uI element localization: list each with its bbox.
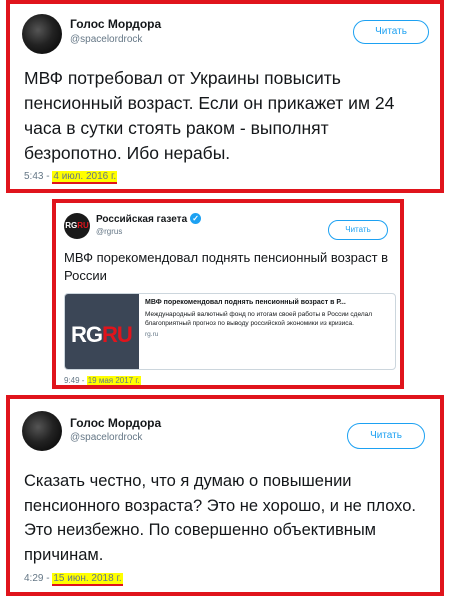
link-preview-card[interactable]: RGRU МВФ порекомендовал поднять пенсионн… bbox=[64, 293, 396, 370]
follow-button[interactable]: Читать bbox=[353, 20, 429, 44]
author-name[interactable]: Российская газета ✓ bbox=[96, 213, 202, 225]
rgru-logo: RGRU bbox=[71, 322, 133, 348]
tweet-time: 5:43 - bbox=[24, 171, 50, 182]
tweet-time: 4:29 - bbox=[24, 573, 50, 584]
tweet-timestamp[interactable]: 5:43 - 4 июл. 2016 г. bbox=[24, 171, 118, 184]
tweet-date: 4 июл. 2016 г. bbox=[52, 171, 118, 184]
tweet-card-1: Голос Мордора @spacelordrock Читать МВФ … bbox=[6, 0, 444, 193]
link-preview-image: RGRU bbox=[65, 294, 139, 369]
link-preview-domain: rg.ru bbox=[145, 331, 159, 338]
tweet-text: МВФ потребовал от Украины повысить пенси… bbox=[24, 68, 395, 163]
author-name-text: Российская газета bbox=[96, 214, 188, 225]
verified-badge-icon: ✓ bbox=[190, 213, 202, 224]
tweet-card-2: RGRU Российская газета ✓ @rgrus Читать МВ… bbox=[52, 199, 404, 389]
tweet-text: Сказать честно, что я думаю о повышении … bbox=[24, 472, 417, 564]
avatar[interactable] bbox=[22, 411, 62, 451]
tweet-date: 15 июн. 2018 г. bbox=[52, 573, 123, 586]
link-preview-description: Международный валютный фонд по итогам св… bbox=[145, 311, 373, 327]
follow-button[interactable]: Читать bbox=[328, 220, 388, 240]
logo-text-accent: RU bbox=[102, 322, 133, 347]
link-preview-title: МВФ порекомендовал поднять пенсионный во… bbox=[145, 299, 346, 306]
avatar[interactable]: RGRU bbox=[64, 213, 90, 239]
tweet-date: 19 мая 2017 г. bbox=[86, 376, 141, 387]
tweet-time: 9:49 - bbox=[64, 376, 85, 385]
tweet-timestamp[interactable]: 9:49 - 19 мая 2017 г. bbox=[64, 376, 141, 387]
author-name[interactable]: Голос Мордора bbox=[70, 416, 161, 430]
avatar[interactable] bbox=[22, 14, 62, 54]
author-handle[interactable]: @rgrus bbox=[96, 227, 122, 236]
author-handle[interactable]: @spacelordrock bbox=[70, 432, 142, 443]
follow-button[interactable]: Читать bbox=[347, 423, 425, 449]
avatar-text-accent: RU bbox=[77, 221, 89, 230]
link-preview-body: МВФ порекомендовал поднять пенсионный во… bbox=[145, 298, 391, 338]
tweet-card-3: Голос Мордора @spacelordrock Читать Сказ… bbox=[6, 395, 444, 596]
author-name[interactable]: Голос Мордора bbox=[70, 17, 161, 31]
avatar-text: RG bbox=[65, 221, 78, 230]
logo-text: RG bbox=[71, 322, 103, 347]
author-handle[interactable]: @spacelordrock bbox=[70, 34, 142, 45]
tweet-text: МВФ порекомендовал поднять пенсионный во… bbox=[64, 250, 389, 283]
tweet-timestamp[interactable]: 4:29 - 15 июн. 2018 г. bbox=[24, 573, 123, 586]
